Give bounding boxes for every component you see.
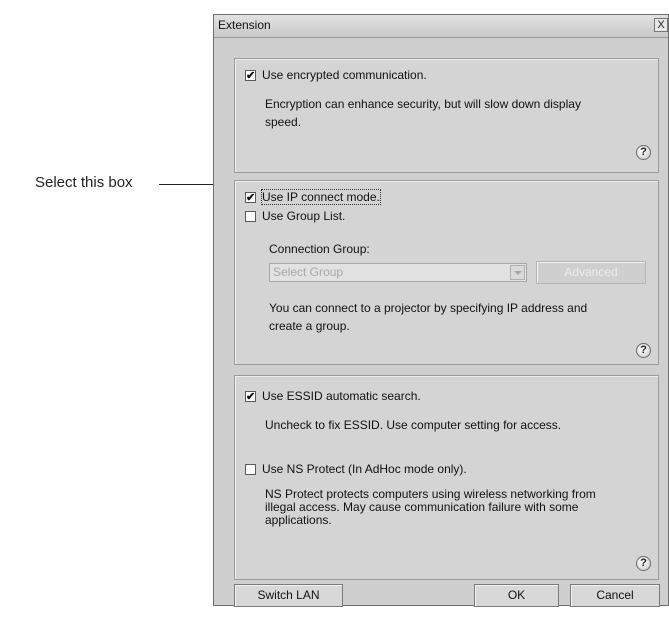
encryption-help-icon[interactable]: ? — [636, 145, 651, 160]
essid-description: Uncheck to fix ESSID. Use computer setti… — [265, 418, 562, 432]
callout-label: Select this box — [35, 174, 133, 191]
ns-protect-checkbox[interactable] — [245, 464, 256, 475]
ip-help-icon[interactable]: ? — [636, 343, 651, 358]
encrypted-communication-checkbox[interactable]: ✔ — [245, 70, 256, 82]
group-list-checkbox[interactable] — [245, 211, 256, 222]
ip-connect-group: ✔ Use IP connect mode. Use Group List. C… — [234, 180, 659, 365]
network-help-icon[interactable]: ? — [636, 556, 651, 571]
essid-search-checkbox[interactable]: ✔ — [245, 391, 256, 403]
encryption-group: ✔ Use encrypted communication. Encryptio… — [234, 58, 659, 173]
close-button[interactable]: X — [654, 18, 668, 32]
encryption-description-line2: speed. — [265, 115, 302, 129]
switch-lan-button[interactable]: Switch LAN — [234, 584, 343, 607]
ok-button[interactable]: OK — [474, 584, 559, 607]
essid-search-label[interactable]: Use ESSID automatic search. — [262, 389, 421, 403]
encryption-description-line1: Encryption can enhance security, but wil… — [265, 97, 581, 111]
ip-connect-mode-label[interactable]: Use IP connect mode. — [261, 189, 381, 205]
cancel-button[interactable]: Cancel — [570, 584, 660, 607]
group-list-label[interactable]: Use Group List. — [262, 209, 345, 223]
ip-description-line2: create a group. — [269, 319, 350, 333]
connection-group-label: Connection Group: — [269, 242, 370, 256]
ns-description-line3: applications. — [265, 513, 332, 527]
advanced-button[interactable]: Advanced — [536, 261, 646, 284]
ip-description-line1: You can connect to a projector by specif… — [269, 301, 588, 315]
encrypted-communication-label[interactable]: Use encrypted communication. — [262, 68, 427, 82]
ip-connect-mode-checkbox[interactable]: ✔ — [245, 192, 256, 204]
network-group: ✔ Use ESSID automatic search. Uncheck to… — [234, 375, 659, 580]
ns-protect-label[interactable]: Use NS Protect (In AdHoc mode only). — [262, 462, 467, 476]
extension-dialog: Extension X ✔ Use encrypted communicatio… — [213, 14, 669, 607]
chevron-down-icon[interactable] — [510, 265, 525, 280]
window-title: Extension — [218, 18, 271, 32]
connection-group-select-value: Select Group — [273, 265, 344, 279]
connection-group-select[interactable]: Select Group — [269, 263, 527, 282]
title-bar: Extension X — [214, 15, 668, 38]
